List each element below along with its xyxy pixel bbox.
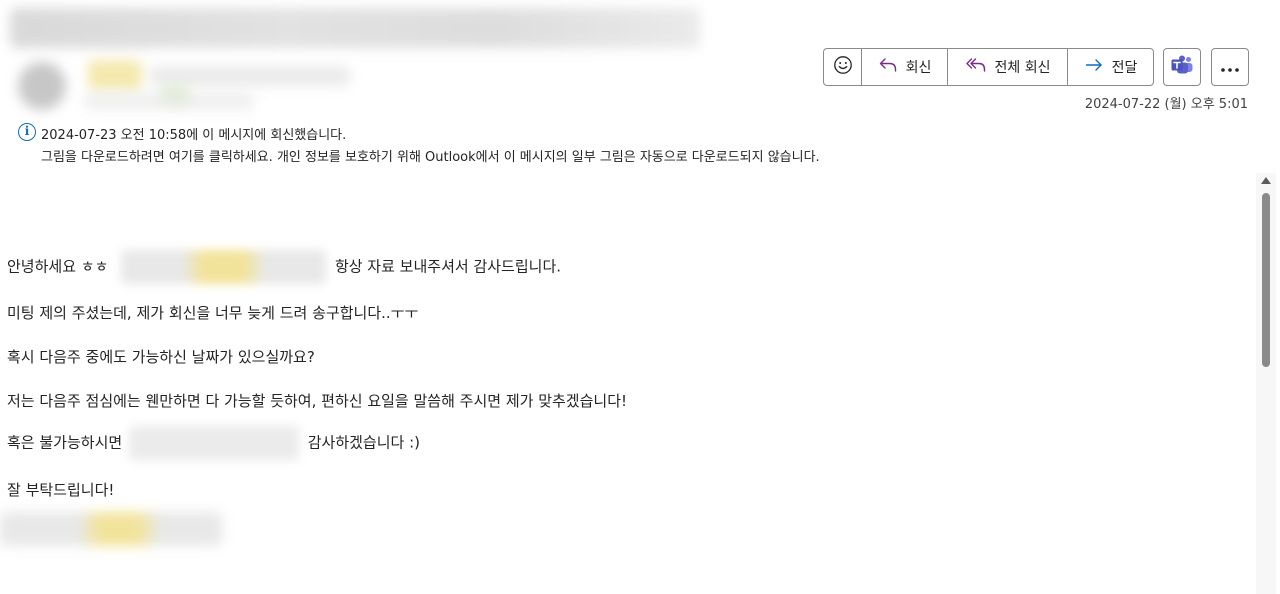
body-line-closing: 잘 부탁드립니다! <box>7 481 115 499</box>
more-actions-button[interactable] <box>1211 48 1249 86</box>
email-subject-redacted <box>10 8 700 48</box>
scroll-thumb[interactable] <box>1262 193 1270 367</box>
signature-redacted <box>0 512 222 546</box>
sender-address-redacted <box>150 66 350 86</box>
reply-icon <box>878 55 898 79</box>
redacted-text <box>128 426 299 460</box>
recipients-redacted <box>84 92 254 110</box>
reaction-button[interactable] <box>824 49 862 85</box>
scroll-up-arrow-icon[interactable] <box>1261 177 1271 184</box>
body-line-greeting: 안녕하세요 ㅎㅎ 항상 자료 보내주셔서 감사드립니다. <box>7 250 561 284</box>
sender-name-redacted <box>88 60 142 90</box>
forward-arrow-icon <box>1084 55 1104 79</box>
smiley-icon <box>833 55 853 79</box>
reply-button[interactable]: 회신 <box>862 49 948 85</box>
ellipsis-icon <box>1220 58 1240 77</box>
reply-label: 회신 <box>905 60 932 76</box>
body-line-alternative: 혹은 불가능하시면 감사하겠습니다 :) <box>7 426 420 460</box>
teams-share-button[interactable] <box>1163 48 1201 86</box>
body-line-apology: 미팅 제의 주셨는데, 제가 회신을 너무 늦게 드려 송구합니다..ㅜㅜ <box>7 304 419 322</box>
body-line-question: 혹시 다음주 중에도 가능하신 날짜가 있으실까요? <box>7 348 315 366</box>
thanks-text: 항상 자료 보내주셔서 감사드립니다. <box>334 257 562 276</box>
teams-icon <box>1170 54 1194 80</box>
vertical-scrollbar[interactable] <box>1256 173 1276 594</box>
alternative-start: 혹은 불가능하시면 <box>7 433 123 452</box>
message-action-toolbar: 회신 전체 회신 전달 <box>823 48 1154 86</box>
replied-notice: 2024-07-23 오전 10:58에 이 메시지에 회신했습니다. <box>41 128 347 143</box>
forward-button[interactable]: 전달 <box>1068 49 1153 85</box>
received-date: 2024-07-22 (월) 오후 5:01 <box>1084 97 1248 112</box>
greeting-text: 안녕하세요 ㅎㅎ <box>7 257 109 276</box>
info-icon: i <box>18 123 36 141</box>
reply-all-icon <box>965 55 987 79</box>
forward-label: 전달 <box>1111 60 1138 76</box>
reply-all-label: 전체 회신 <box>994 60 1051 76</box>
redacted-name <box>121 250 327 284</box>
avatar <box>18 62 66 110</box>
download-images-notice[interactable]: 그림을 다운로드하려면 여기를 클릭하세요. 개인 정보를 보호하기 위해 Ou… <box>41 146 820 165</box>
alternative-end: 감사하겠습니다 :) <box>307 433 421 452</box>
body-line-availability: 저는 다음주 점심에는 웬만하면 다 가능할 듯하여, 편하신 요일을 말씀해 … <box>7 392 628 410</box>
reply-all-button[interactable]: 전체 회신 <box>948 49 1068 85</box>
